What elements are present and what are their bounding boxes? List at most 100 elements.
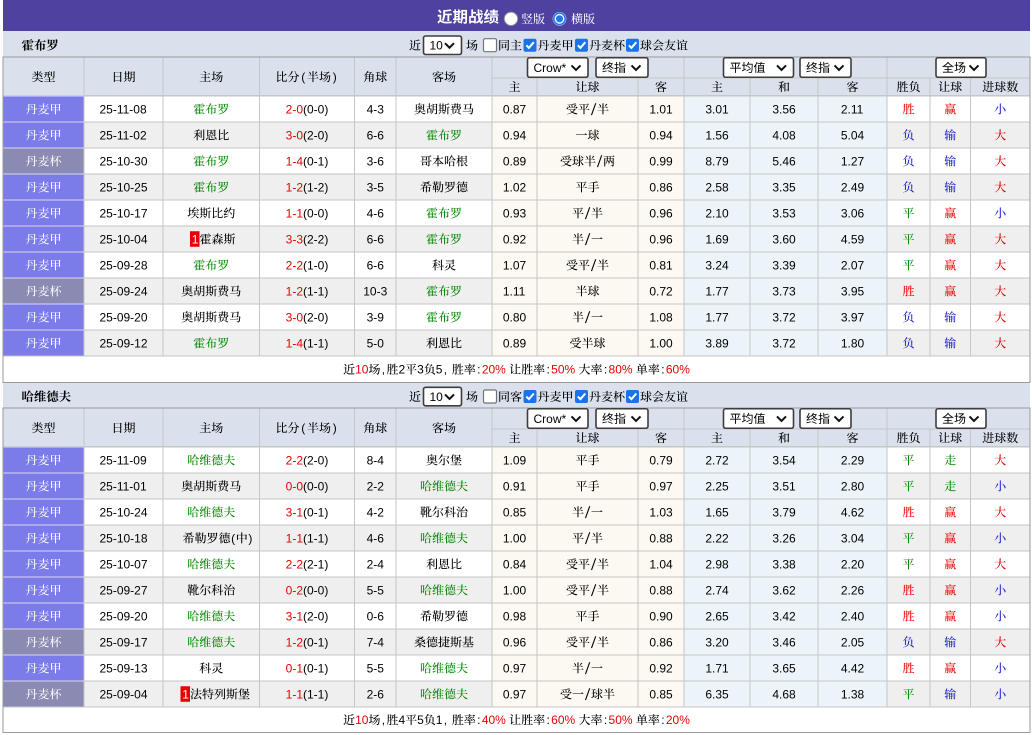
- svg-text::: :: [547, 713, 550, 727]
- svg-text:6-6: 6-6: [367, 128, 385, 142]
- svg-text:1.00: 1.00: [503, 531, 527, 545]
- svg-text:1.01: 1.01: [649, 102, 673, 116]
- svg-text:2.10: 2.10: [705, 206, 729, 220]
- svg-text:2.11: 2.11: [841, 102, 864, 116]
- svg-text:2.26: 2.26: [841, 583, 865, 597]
- svg-text:,: ,: [444, 713, 447, 727]
- svg-text:4.08: 4.08: [772, 128, 796, 142]
- svg-text:(: (: [301, 70, 305, 84]
- svg-text:3.24: 3.24: [705, 258, 729, 272]
- svg-text:50%: 50%: [551, 363, 575, 377]
- svg-text:0.79: 0.79: [649, 453, 673, 467]
- svg-text:3.04: 3.04: [841, 531, 865, 545]
- svg-text:2.58: 2.58: [705, 180, 729, 194]
- svg-text:1.11: 1.11: [503, 284, 526, 298]
- svg-text:1.09: 1.09: [503, 453, 527, 467]
- svg-text:25-11-09: 25-11-09: [99, 453, 146, 467]
- svg-text:1.77: 1.77: [705, 310, 729, 324]
- svg-text:0.89: 0.89: [503, 336, 527, 350]
- svg-text:3.20: 3.20: [705, 635, 729, 649]
- svg-text:2.72: 2.72: [705, 453, 729, 467]
- svg-text:1.65: 1.65: [705, 505, 729, 519]
- svg-text:25-10-25: 25-10-25: [99, 180, 147, 194]
- svg-text:1.08: 1.08: [649, 310, 673, 324]
- svg-text:0.90: 0.90: [649, 609, 673, 623]
- svg-text:2-2: 2-2: [367, 479, 385, 493]
- svg-text:5-0: 5-0: [367, 336, 385, 350]
- svg-text:(2-0): (2-0): [303, 310, 328, 324]
- svg-text:4.42: 4.42: [841, 661, 865, 675]
- svg-text:1-2: 1-2: [286, 635, 304, 649]
- svg-text:0.97: 0.97: [649, 479, 673, 493]
- svg-text:3.95: 3.95: [841, 284, 865, 298]
- svg-text:1-4: 1-4: [286, 154, 304, 168]
- svg-text:(0-0): (0-0): [303, 583, 328, 597]
- svg-text:): ): [333, 70, 337, 84]
- svg-text:(0-1): (0-1): [303, 661, 328, 675]
- svg-text:3.89: 3.89: [705, 336, 729, 350]
- svg-text:0.92: 0.92: [649, 661, 673, 675]
- svg-text:3-3: 3-3: [286, 232, 304, 246]
- svg-text:3.97: 3.97: [841, 310, 865, 324]
- svg-text:25-09-28: 25-09-28: [99, 258, 147, 272]
- svg-text:5-5: 5-5: [367, 661, 385, 675]
- svg-text:6-6: 6-6: [367, 258, 385, 272]
- svg-text:2-2: 2-2: [286, 258, 304, 272]
- svg-text:80%: 80%: [609, 363, 633, 377]
- svg-text:3-6: 3-6: [367, 154, 385, 168]
- svg-text:1: 1: [192, 232, 199, 246]
- svg-text:0.97: 0.97: [503, 687, 527, 701]
- svg-text:(1-1): (1-1): [303, 687, 328, 701]
- svg-text:50%: 50%: [609, 713, 633, 727]
- svg-text:3.39: 3.39: [772, 258, 796, 272]
- svg-text:(: (: [301, 421, 305, 435]
- svg-text:4-3: 4-3: [367, 102, 385, 116]
- svg-text:3.72: 3.72: [772, 310, 796, 324]
- svg-text:0.96: 0.96: [503, 635, 527, 649]
- svg-text:0.85: 0.85: [503, 505, 527, 519]
- svg-text:3.35: 3.35: [772, 180, 796, 194]
- svg-text:25-09-12: 25-09-12: [99, 336, 147, 350]
- svg-text:3.54: 3.54: [772, 453, 796, 467]
- svg-text:1.80: 1.80: [841, 336, 865, 350]
- svg-text::: :: [477, 363, 480, 377]
- svg-text:0.87: 0.87: [503, 102, 527, 116]
- svg-text:5-5: 5-5: [367, 583, 385, 597]
- svg-text:2.20: 2.20: [841, 557, 865, 571]
- svg-text:25-10-17: 25-10-17: [99, 206, 147, 220]
- svg-text:(0-1): (0-1): [303, 635, 328, 649]
- svg-text:2.80: 2.80: [841, 479, 865, 493]
- svg-text:0.92: 0.92: [503, 232, 527, 246]
- svg-text:1-2: 1-2: [286, 180, 304, 194]
- svg-text:25-10-18: 25-10-18: [99, 531, 147, 545]
- svg-text:10: 10: [430, 39, 444, 53]
- svg-text:1-2: 1-2: [286, 284, 304, 298]
- svg-text:1: 1: [182, 687, 189, 701]
- svg-text:4-2: 4-2: [367, 505, 385, 519]
- svg-text:2-4: 2-4: [367, 557, 385, 571]
- svg-text:(2-2): (2-2): [303, 232, 328, 246]
- svg-text:2.05: 2.05: [841, 635, 865, 649]
- svg-text:0.80: 0.80: [503, 310, 527, 324]
- svg-text:1.03: 1.03: [649, 505, 673, 519]
- svg-text:(2-0): (2-0): [303, 453, 328, 467]
- svg-text:,: ,: [444, 363, 447, 377]
- svg-text:1-1: 1-1: [286, 531, 304, 545]
- svg-text:0.97: 0.97: [503, 661, 527, 675]
- svg-text:25-09-24: 25-09-24: [99, 284, 147, 298]
- svg-text:10: 10: [430, 390, 444, 404]
- svg-text:1-1: 1-1: [286, 206, 304, 220]
- svg-text:0.93: 0.93: [503, 206, 527, 220]
- svg-text:40%: 40%: [482, 713, 506, 727]
- svg-text:2.07: 2.07: [841, 258, 865, 272]
- svg-text:4.59: 4.59: [841, 232, 865, 246]
- svg-text:0-1: 0-1: [286, 661, 304, 675]
- svg-text:0-6: 0-6: [367, 609, 385, 623]
- svg-text::: :: [604, 363, 607, 377]
- svg-text:4: 4: [398, 713, 405, 727]
- svg-text:(2-0): (2-0): [303, 609, 328, 623]
- svg-text:1-1: 1-1: [286, 687, 304, 701]
- svg-text:1.04: 1.04: [649, 557, 673, 571]
- svg-text:Crow*: Crow*: [534, 61, 567, 75]
- svg-text:25-09-04: 25-09-04: [99, 687, 147, 701]
